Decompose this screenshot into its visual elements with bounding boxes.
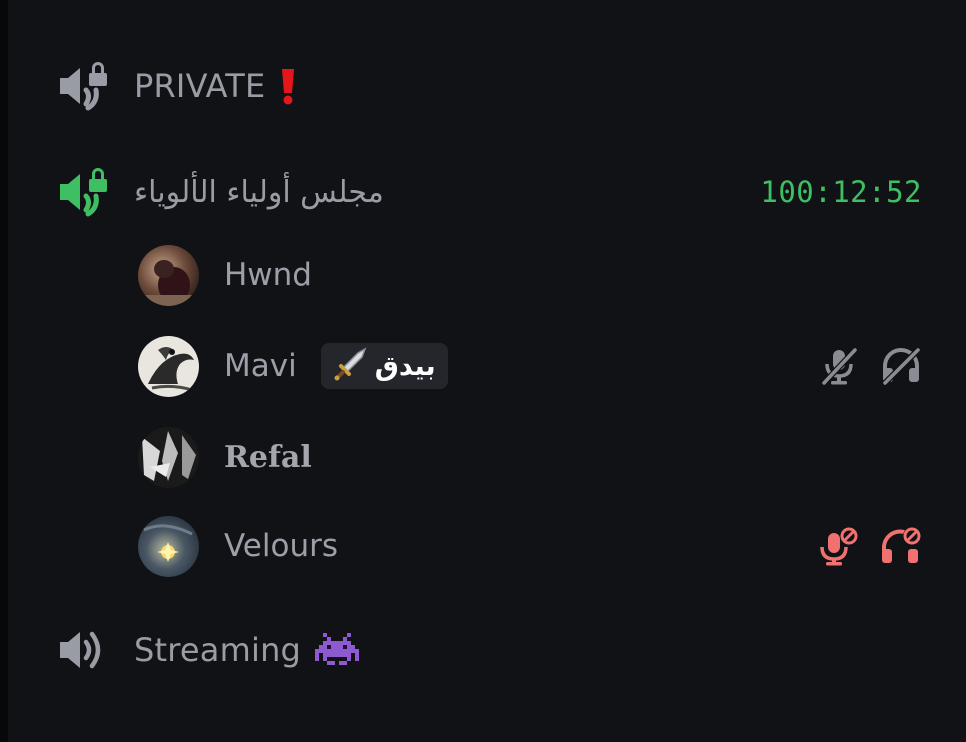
call-timer: 100:12:52 (760, 175, 922, 209)
exclamation-emoji-icon (279, 67, 297, 105)
channel-private[interactable]: PRIVATE (56, 56, 922, 116)
voice-member-mavi[interactable]: Mavi بيدق (138, 334, 922, 398)
partial-channel-icon (60, 0, 100, 6)
avatar[interactable] (138, 515, 199, 577)
voice-member-hwnd[interactable]: Hwnd (138, 243, 922, 307)
channel-streaming[interactable]: Streaming (56, 620, 922, 680)
avatar[interactable] (138, 244, 199, 306)
member-name: Refal (224, 439, 312, 475)
alien-monster-emoji-icon (315, 631, 360, 669)
voice-channel-list: PRIVATE مجلس أولياء الألوياء 100:12:52 H… (0, 0, 966, 742)
sidebar-edge (0, 0, 8, 742)
headphones-server-deafened-icon (880, 525, 922, 567)
sword-icon (333, 346, 369, 386)
member-name: Hwnd (224, 257, 312, 293)
role-tag-text: بيدق (374, 350, 436, 382)
voice-member-refal[interactable]: Refal (138, 425, 922, 489)
channel-name: PRIVATE (134, 67, 266, 105)
locked-speaker-icon (56, 58, 112, 114)
member-name: Mavi (224, 348, 297, 384)
member-name: Velours (224, 528, 338, 564)
voice-member-velours[interactable]: Velours (138, 514, 922, 578)
avatar[interactable] (138, 426, 199, 488)
speaker-icon (56, 622, 112, 678)
role-tag: بيدق (320, 343, 448, 389)
channel-name: Streaming (134, 631, 302, 669)
channel-majlis[interactable]: مجلس أولياء الألوياء 100:12:52 (56, 162, 922, 222)
avatar[interactable] (138, 335, 199, 397)
channel-name: مجلس أولياء الألوياء (134, 174, 384, 210)
voice-status-icons (818, 345, 922, 387)
mic-muted-icon (818, 345, 860, 387)
locked-speaker-icon (56, 164, 112, 220)
mic-server-muted-icon (818, 525, 860, 567)
voice-status-icons (818, 525, 922, 567)
headphones-deafened-icon (880, 345, 922, 387)
